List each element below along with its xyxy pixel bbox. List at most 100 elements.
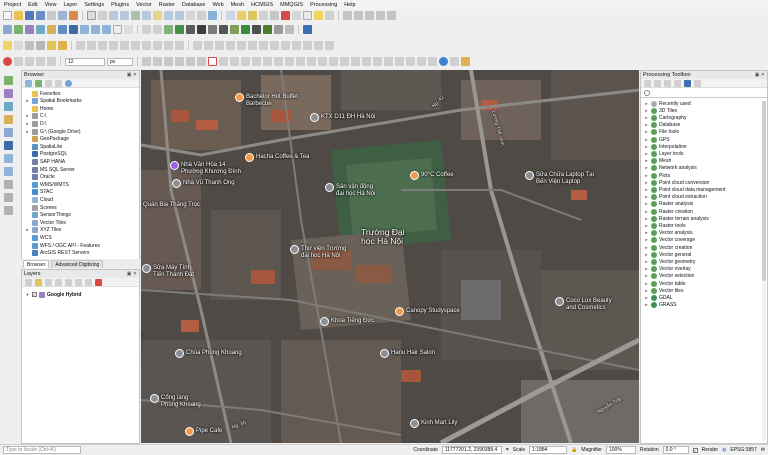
browser-item[interactable]: ▸ Spatial Bookmarks — [25, 98, 82, 105]
map-pin-icon[interactable] — [380, 349, 389, 358]
style-q-icon[interactable] — [395, 57, 404, 66]
add-csv-side-icon[interactable] — [4, 115, 13, 124]
style-manager-icon[interactable] — [69, 11, 78, 20]
browser-item[interactable]: ▸ XYZ Tiles — [25, 227, 61, 234]
add-db-side-icon[interactable] — [4, 141, 13, 150]
add-postgis-icon[interactable] — [69, 25, 78, 34]
style-a-icon[interactable] — [219, 57, 228, 66]
plugin-a-icon[interactable] — [343, 11, 352, 20]
chevron-right-icon[interactable]: ▸ — [644, 223, 649, 229]
hcmgis-a-icon[interactable] — [175, 25, 184, 34]
render-checkbox[interactable]: ✓ — [692, 447, 698, 453]
style-i-icon[interactable] — [307, 57, 316, 66]
collapse-all-icon[interactable] — [85, 278, 92, 286]
processing-item[interactable]: ▸ Vector creation — [644, 244, 692, 251]
panel-controls-icon[interactable]: ▣ ✕ — [127, 71, 137, 79]
hcmgis-g-icon[interactable] — [241, 25, 250, 34]
processing-item[interactable]: ▸ Raster tools — [644, 222, 686, 229]
processing-item[interactable]: ▸ Database — [644, 122, 680, 129]
deselect-icon[interactable] — [248, 11, 257, 20]
chevron-right-icon[interactable]: ▸ — [25, 129, 30, 135]
color-b-icon[interactable] — [153, 57, 162, 66]
tab-advanced-digitizing[interactable]: Advanced Digitizing — [51, 260, 104, 268]
menu-processing[interactable]: Processing — [310, 2, 337, 8]
processing-item[interactable]: ▸ GRASS — [644, 302, 677, 309]
filter-icon[interactable] — [45, 79, 52, 87]
add-gpx-side-icon[interactable] — [4, 128, 13, 137]
layer-row-google-hybrid[interactable]: ▾ ✓ Google Hybrid — [25, 291, 81, 298]
map-tips-icon[interactable] — [314, 11, 323, 20]
menu-settings[interactable]: Settings — [84, 2, 104, 8]
map-pin-icon[interactable] — [410, 419, 419, 428]
edit-g-icon[interactable] — [142, 41, 151, 50]
lock-icon[interactable]: 🔒 — [571, 447, 577, 453]
add-group-icon[interactable] — [35, 278, 42, 286]
sum-icon[interactable] — [113, 25, 122, 34]
color-c-icon[interactable] — [164, 57, 173, 66]
hcmgis-j-icon[interactable] — [274, 25, 283, 34]
select-features-icon[interactable] — [237, 11, 246, 20]
browser-item[interactable]: Home — [25, 105, 53, 112]
digitize-f-icon[interactable] — [58, 41, 67, 50]
processing-item[interactable]: ▸ Raster analysis — [644, 201, 693, 208]
add-wms-side-icon[interactable] — [4, 154, 13, 163]
python-script-icon[interactable] — [684, 79, 691, 87]
new-project-icon[interactable] — [3, 11, 12, 20]
chevron-right-icon[interactable]: ▸ — [644, 209, 649, 215]
style-k-icon[interactable] — [329, 57, 338, 66]
edit-w-icon[interactable] — [325, 41, 334, 50]
menu-database[interactable]: Database — [182, 2, 206, 8]
edit-features-in-place-icon[interactable] — [674, 79, 681, 87]
panel-controls-icon[interactable]: ▣ ✕ — [755, 71, 765, 79]
edit-l-icon[interactable] — [204, 41, 213, 50]
menu-project[interactable]: Project — [4, 2, 21, 8]
zoom-selection-icon[interactable] — [153, 11, 162, 20]
plugin-e-icon[interactable] — [387, 11, 396, 20]
digitize-d-icon[interactable] — [36, 41, 45, 50]
browser-item[interactable]: GeoPackage — [25, 136, 69, 143]
processing-item[interactable]: ▸ Network analysis — [644, 165, 697, 172]
edit-p-icon[interactable] — [248, 41, 257, 50]
menu-mesh[interactable]: Mesh — [231, 2, 244, 8]
color-d-icon[interactable] — [175, 57, 184, 66]
chevron-right-icon[interactable]: ▸ — [644, 129, 649, 135]
chevron-right-icon[interactable]: ▸ — [644, 237, 649, 243]
measure-icon[interactable] — [292, 11, 301, 20]
processing-search-bar[interactable] — [641, 89, 767, 98]
processing-item[interactable]: ▸ Vector selection — [644, 273, 694, 280]
processing-item[interactable]: ▸ Layer tools — [644, 150, 683, 157]
menu-help[interactable]: Help — [344, 2, 355, 8]
map-pin-icon[interactable] — [310, 113, 319, 122]
digitize-a-icon[interactable] — [3, 41, 12, 50]
menu-layer[interactable]: Layer — [63, 2, 77, 8]
open-project-icon[interactable] — [14, 11, 23, 20]
save-as-icon[interactable] — [36, 11, 45, 20]
coordinate-field[interactable]: 11777201.2, 2390388.4 — [441, 446, 502, 454]
chevron-right-icon[interactable]: ▸ — [644, 288, 649, 294]
filter-expression-icon[interactable] — [65, 278, 72, 286]
browser-item[interactable]: Favorites — [25, 90, 61, 97]
browser-item[interactable]: SpatiaLite — [25, 143, 62, 150]
font-size-input[interactable]: 12 — [65, 57, 105, 66]
style-l-icon[interactable] — [340, 57, 349, 66]
map-canvas[interactable]: Bachelor Hot Buffet Barbecue KTX D11 ĐH Hà… — [141, 70, 639, 443]
menu-raster[interactable]: Raster — [159, 2, 175, 8]
add-spatialite-icon[interactable] — [58, 25, 67, 34]
processing-item[interactable]: ▸ Point cloud extraction — [644, 194, 707, 201]
chevron-right-icon[interactable]: ▸ — [644, 266, 649, 272]
map-pin-icon[interactable] — [235, 93, 244, 102]
chevron-right-icon[interactable]: ▸ — [644, 216, 649, 222]
chevron-right-icon[interactable]: ▸ — [644, 173, 649, 179]
info-icon[interactable] — [439, 57, 448, 66]
style-d-icon[interactable] — [252, 57, 261, 66]
browser-item[interactable]: ▸ G:\ (Google Drive) — [25, 128, 81, 135]
color-e-icon[interactable] — [186, 57, 195, 66]
identify-icon[interactable] — [226, 11, 235, 20]
zoom-full-icon[interactable] — [131, 11, 140, 20]
map-pin-icon[interactable] — [410, 171, 419, 180]
map-pin-icon[interactable] — [290, 245, 299, 254]
edit-m-icon[interactable] — [215, 41, 224, 50]
locate-search-input[interactable]: Type to locate (Ctrl+K) — [3, 446, 81, 454]
processing-item[interactable]: ▸ GDAL — [644, 294, 673, 301]
browser-item[interactable]: STAC — [25, 189, 53, 196]
